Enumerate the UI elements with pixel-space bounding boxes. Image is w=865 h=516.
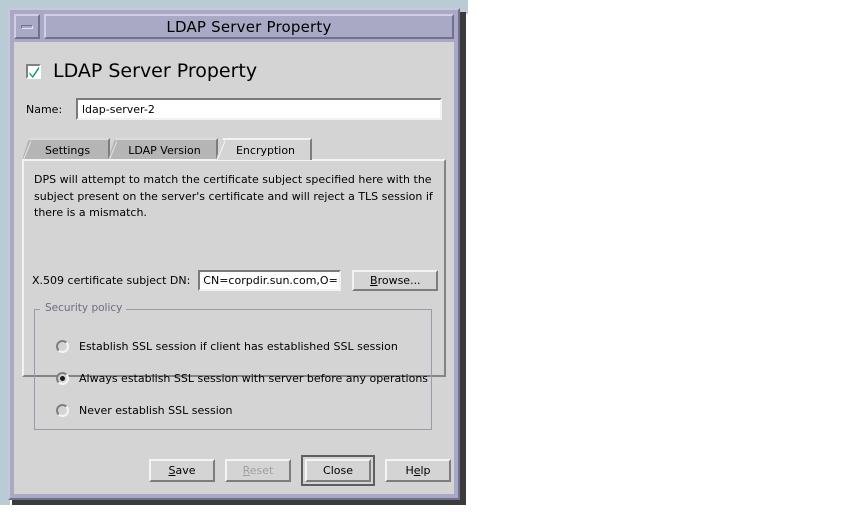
radio-icon[interactable] — [56, 404, 69, 417]
window-shadow-bottom — [12, 500, 466, 505]
radio-icon[interactable] — [56, 340, 69, 353]
window-titlebar-row: LDAP Server Property — [14, 14, 454, 39]
check-icon — [29, 66, 39, 78]
radio-icon[interactable] — [56, 372, 69, 385]
enable-checkbox[interactable] — [26, 63, 41, 79]
save-button[interactable]: Save — [149, 459, 215, 482]
encryption-description: DPS will attempt to match the certificat… — [34, 173, 433, 219]
ldap-server-property-window: LDAP Server Property LDAP Server Propert… — [8, 8, 460, 500]
certificate-dn-input[interactable] — [198, 269, 342, 291]
tab-ldap-version-label: LDAP Version — [128, 143, 201, 157]
radio-never-establish[interactable]: Never establish SSL session — [56, 404, 232, 417]
window-titlebar[interactable]: LDAP Server Property — [44, 14, 454, 39]
window-title: LDAP Server Property — [166, 17, 332, 36]
encryption-tab-panel: DPS will attempt to match the certificat… — [22, 159, 446, 430]
radio-never-establish-label: Never establish SSL session — [79, 404, 233, 417]
radio-establish-if-client-label: Establish SSL session if client has esta… — [79, 340, 398, 353]
browse-button[interactable]: Browse... — [352, 269, 439, 291]
radio-always-establish[interactable]: Always establish SSL session with server… — [56, 372, 428, 385]
tab-encryption[interactable]: Encryption — [216, 138, 312, 160]
window-shadow-right — [460, 12, 466, 504]
name-row: Name: — [26, 98, 442, 120]
enable-checkbox-label: LDAP Server Property — [53, 60, 258, 82]
tab-encryption-label: Encryption — [235, 143, 296, 157]
name-input[interactable] — [76, 98, 442, 120]
security-policy-legend: Security policy — [42, 302, 126, 314]
dialog-button-bar: Save Reset Close Help — [14, 454, 454, 488]
tab-settings-label: Settings — [44, 143, 91, 157]
window-client-area: LDAP Server Property Name: Settings LDAP… — [14, 42, 454, 494]
certificate-dn-row: X.509 certificate subject DN: Browse... — [32, 269, 440, 291]
tab-ldap-version[interactable]: LDAP Version — [108, 138, 218, 160]
help-button[interactable]: Help — [385, 459, 451, 482]
radio-establish-if-client[interactable]: Establish SSL session if client has esta… — [56, 340, 398, 353]
close-button-label: Close — [323, 464, 353, 477]
minimize-button[interactable] — [14, 14, 40, 39]
tab-strip: Settings LDAP Version Encryption — [22, 138, 446, 160]
enable-checkbox-row[interactable]: LDAP Server Property — [26, 60, 257, 82]
name-label: Name: — [26, 102, 63, 116]
desktop-background: LDAP Server Property LDAP Server Propert… — [0, 0, 865, 516]
close-button[interactable]: Close — [305, 459, 371, 482]
security-policy-group: Security policy Establish SSL session if… — [34, 302, 432, 430]
certificate-dn-label: X.509 certificate subject DN: — [32, 273, 191, 287]
tab-settings[interactable]: Settings — [22, 138, 110, 160]
reset-button[interactable]: Reset — [225, 459, 291, 482]
minimize-icon — [21, 25, 33, 29]
radio-always-establish-label: Always establish SSL session with server… — [79, 372, 429, 385]
